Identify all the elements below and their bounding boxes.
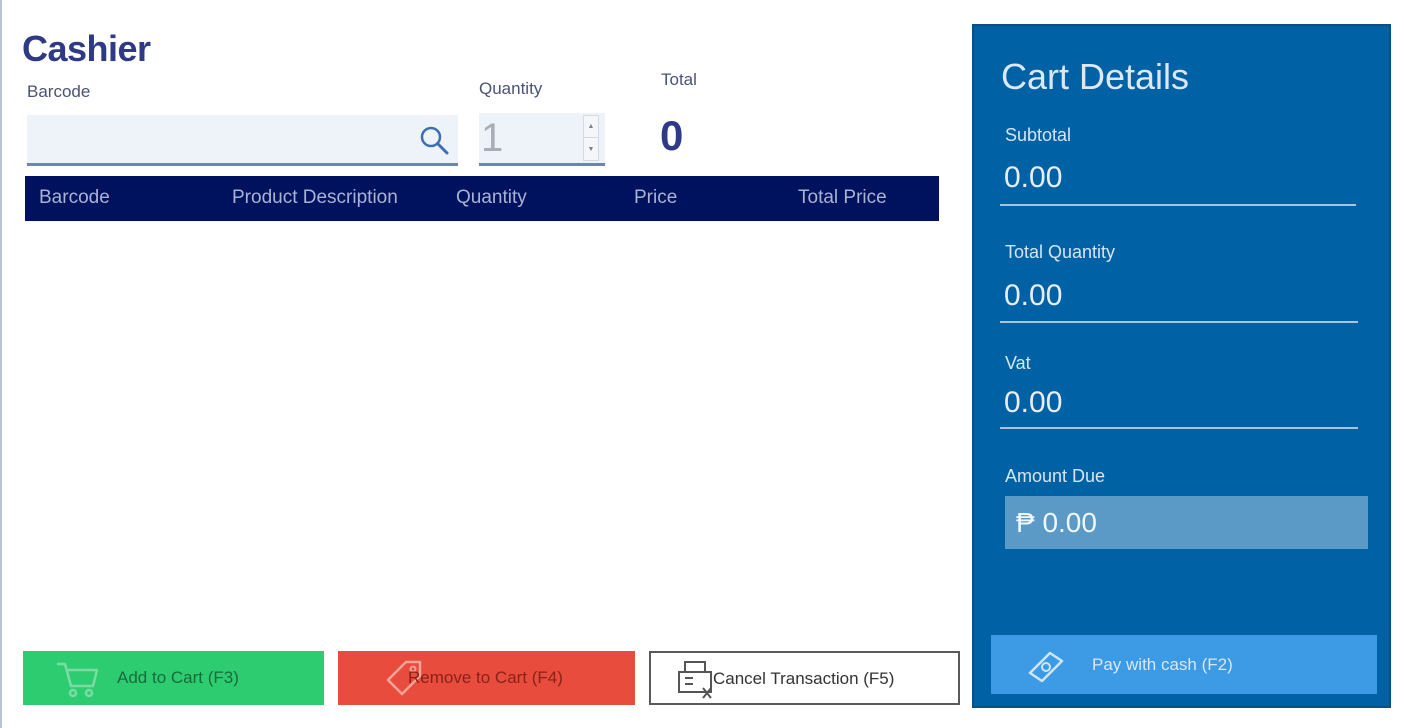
search-icon[interactable] bbox=[416, 122, 452, 158]
quantity-stepper[interactable]: 1 ▲ ▼ bbox=[479, 113, 605, 166]
vat-label: Vat bbox=[1005, 353, 1031, 373]
remove-to-cart-label: Remove to Cart (F4) bbox=[408, 668, 563, 687]
spin-down-icon[interactable]: ▼ bbox=[584, 138, 598, 160]
subtotal-value: 0.00 bbox=[1004, 161, 1063, 194]
barcode-field bbox=[27, 115, 458, 166]
amount-due-label: Amount Due bbox=[1005, 466, 1106, 486]
quantity-value[interactable]: 1 bbox=[481, 116, 503, 161]
money-icon bbox=[1024, 643, 1072, 687]
vat-value: 0.00 bbox=[1004, 386, 1063, 419]
amount-due-value: ₱ 0.00 bbox=[1016, 507, 1097, 538]
column-header-product-description[interactable]: Product Description bbox=[232, 187, 398, 209]
total-quantity-value: 0.00 bbox=[1004, 279, 1063, 312]
total-quantity-divider bbox=[1000, 321, 1358, 323]
cart-icon bbox=[53, 656, 101, 700]
total-quantity-label: Total Quantity bbox=[1005, 242, 1116, 262]
cart-details-panel: Cart Details Subtotal 0.00 Total Quantit… bbox=[972, 24, 1391, 708]
add-to-cart-button[interactable]: Add to Cart (F3) bbox=[23, 651, 324, 705]
cart-details-title: Cart Details bbox=[1001, 56, 1190, 97]
pay-with-cash-button[interactable]: Pay with cash (F2) bbox=[991, 635, 1377, 694]
barcode-input[interactable] bbox=[27, 115, 407, 163]
cancel-transaction-label: Cancel Transaction (F5) bbox=[713, 669, 895, 688]
vat-divider bbox=[1000, 427, 1358, 429]
column-header-price[interactable]: Price bbox=[634, 187, 677, 209]
remove-to-cart-button[interactable]: Remove to Cart (F4) bbox=[338, 651, 635, 705]
pay-with-cash-label: Pay with cash (F2) bbox=[1092, 655, 1233, 674]
total-label: Total bbox=[661, 70, 697, 89]
total-value: 0 bbox=[660, 112, 684, 159]
page-title: Cashier bbox=[22, 28, 151, 69]
cart-grid-header: Barcode Product Description Quantity Pri… bbox=[25, 176, 939, 221]
window-border bbox=[0, 0, 2, 728]
column-header-quantity[interactable]: Quantity bbox=[456, 187, 527, 209]
spin-up-icon[interactable]: ▲ bbox=[584, 116, 598, 138]
column-header-barcode[interactable]: Barcode bbox=[39, 187, 110, 209]
quantity-label: Quantity bbox=[479, 79, 543, 98]
column-header-total-price[interactable]: Total Price bbox=[798, 187, 887, 209]
subtotal-divider bbox=[1000, 204, 1356, 206]
add-to-cart-label: Add to Cart (F3) bbox=[117, 668, 239, 687]
subtotal-label: Subtotal bbox=[1005, 125, 1072, 145]
barcode-label: Barcode bbox=[27, 82, 91, 101]
quantity-spin[interactable]: ▲ ▼ bbox=[583, 115, 599, 161]
amount-due-box: ₱ 0.00 bbox=[1005, 496, 1368, 549]
cancel-transaction-button[interactable]: Cancel Transaction (F5) bbox=[649, 651, 960, 705]
